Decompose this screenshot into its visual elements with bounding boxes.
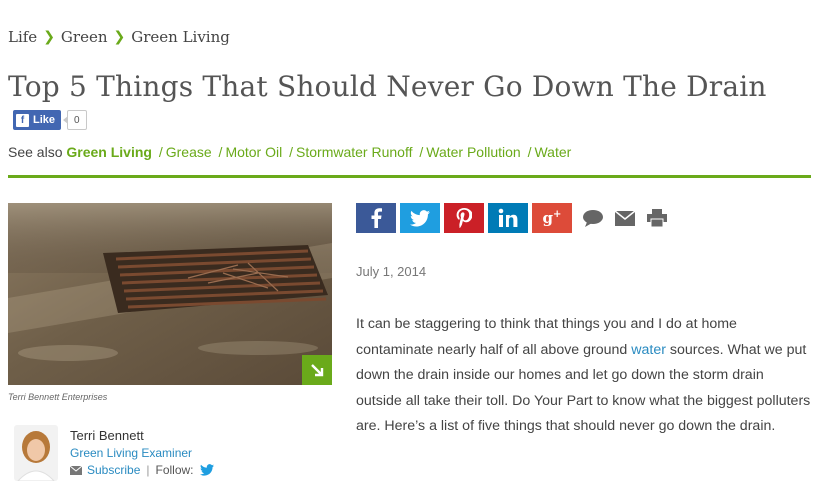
share-facebook-button[interactable] (356, 203, 396, 233)
see-also-label: See also (8, 144, 63, 160)
facebook-icon (371, 208, 382, 228)
see-also-link-grease[interactable]: Grease (166, 144, 212, 160)
expand-photo-button[interactable] (302, 355, 332, 385)
share-pinterest-button[interactable] (444, 203, 484, 233)
article-title: Top 5 Things That Should Never Go Down T… (8, 70, 767, 103)
see-also-link-motor-oil[interactable]: Motor Oil (225, 144, 282, 160)
see-also-link-stormwater-runoff[interactable]: Stormwater Runoff (296, 144, 412, 160)
share-linkedin-button[interactable] (488, 203, 528, 233)
see-also-primary-link[interactable]: Green Living (66, 144, 152, 160)
facebook-like-count: 0 (63, 110, 87, 130)
article-body: It can be staggering to think that thing… (356, 312, 811, 440)
linkedin-icon (498, 208, 518, 227)
print-button[interactable] (642, 203, 672, 233)
google-plus-icon: g+ (542, 209, 562, 227)
facebook-like-widget: f Like 0 (13, 110, 87, 130)
email-share-button[interactable] (610, 203, 640, 233)
see-also-bar: See also Green Living / Grease / Motor Oil… (8, 144, 572, 160)
breadcrumb-item-life[interactable]: Life (8, 28, 37, 46)
see-also-link-water[interactable]: Water (534, 144, 571, 160)
email-icon (615, 210, 635, 226)
storm-drain-image (8, 203, 332, 385)
comment-icon (583, 210, 603, 227)
breadcrumb-item-green[interactable]: Green (61, 28, 108, 46)
share-google-plus-button[interactable]: g+ (532, 203, 572, 233)
facebook-icon: f (16, 113, 29, 127)
article-date: July 1, 2014 (356, 264, 427, 279)
author-links: Subscribe | Follow: (70, 463, 214, 477)
see-also-link-water-pollution[interactable]: Water Pollution (426, 144, 520, 160)
breadcrumb-item-green-living[interactable]: Green Living (131, 28, 230, 46)
facebook-like-label: Like (33, 114, 56, 126)
subscribe-link[interactable]: Subscribe (87, 463, 140, 477)
pinterest-icon (456, 208, 472, 228)
chevron-right-icon: ❯ (113, 29, 126, 45)
share-bar: g+ (356, 203, 672, 233)
photo-credit: Terri Bennett Enterprises (8, 392, 108, 402)
breadcrumb: Life ❯ Green ❯ Green Living (8, 28, 230, 46)
print-icon (647, 209, 667, 227)
follow-label: Follow: (155, 463, 194, 477)
email-icon (70, 465, 82, 475)
share-twitter-button[interactable] (400, 203, 440, 233)
author-avatar[interactable] (14, 425, 58, 481)
author-photo (14, 425, 58, 481)
author-name[interactable]: Terri Bennett (70, 428, 144, 443)
author-role-link[interactable]: Green Living Examiner (70, 446, 192, 460)
inline-link-water[interactable]: water (631, 342, 666, 358)
twitter-icon (410, 209, 430, 226)
expand-arrow-icon (311, 364, 324, 377)
twitter-follow-icon[interactable] (199, 464, 214, 476)
chevron-right-icon: ❯ (43, 29, 55, 45)
facebook-like-button[interactable]: f Like (13, 110, 62, 130)
section-divider (8, 175, 811, 178)
comment-button[interactable] (578, 203, 608, 233)
article-photo[interactable] (8, 203, 332, 385)
